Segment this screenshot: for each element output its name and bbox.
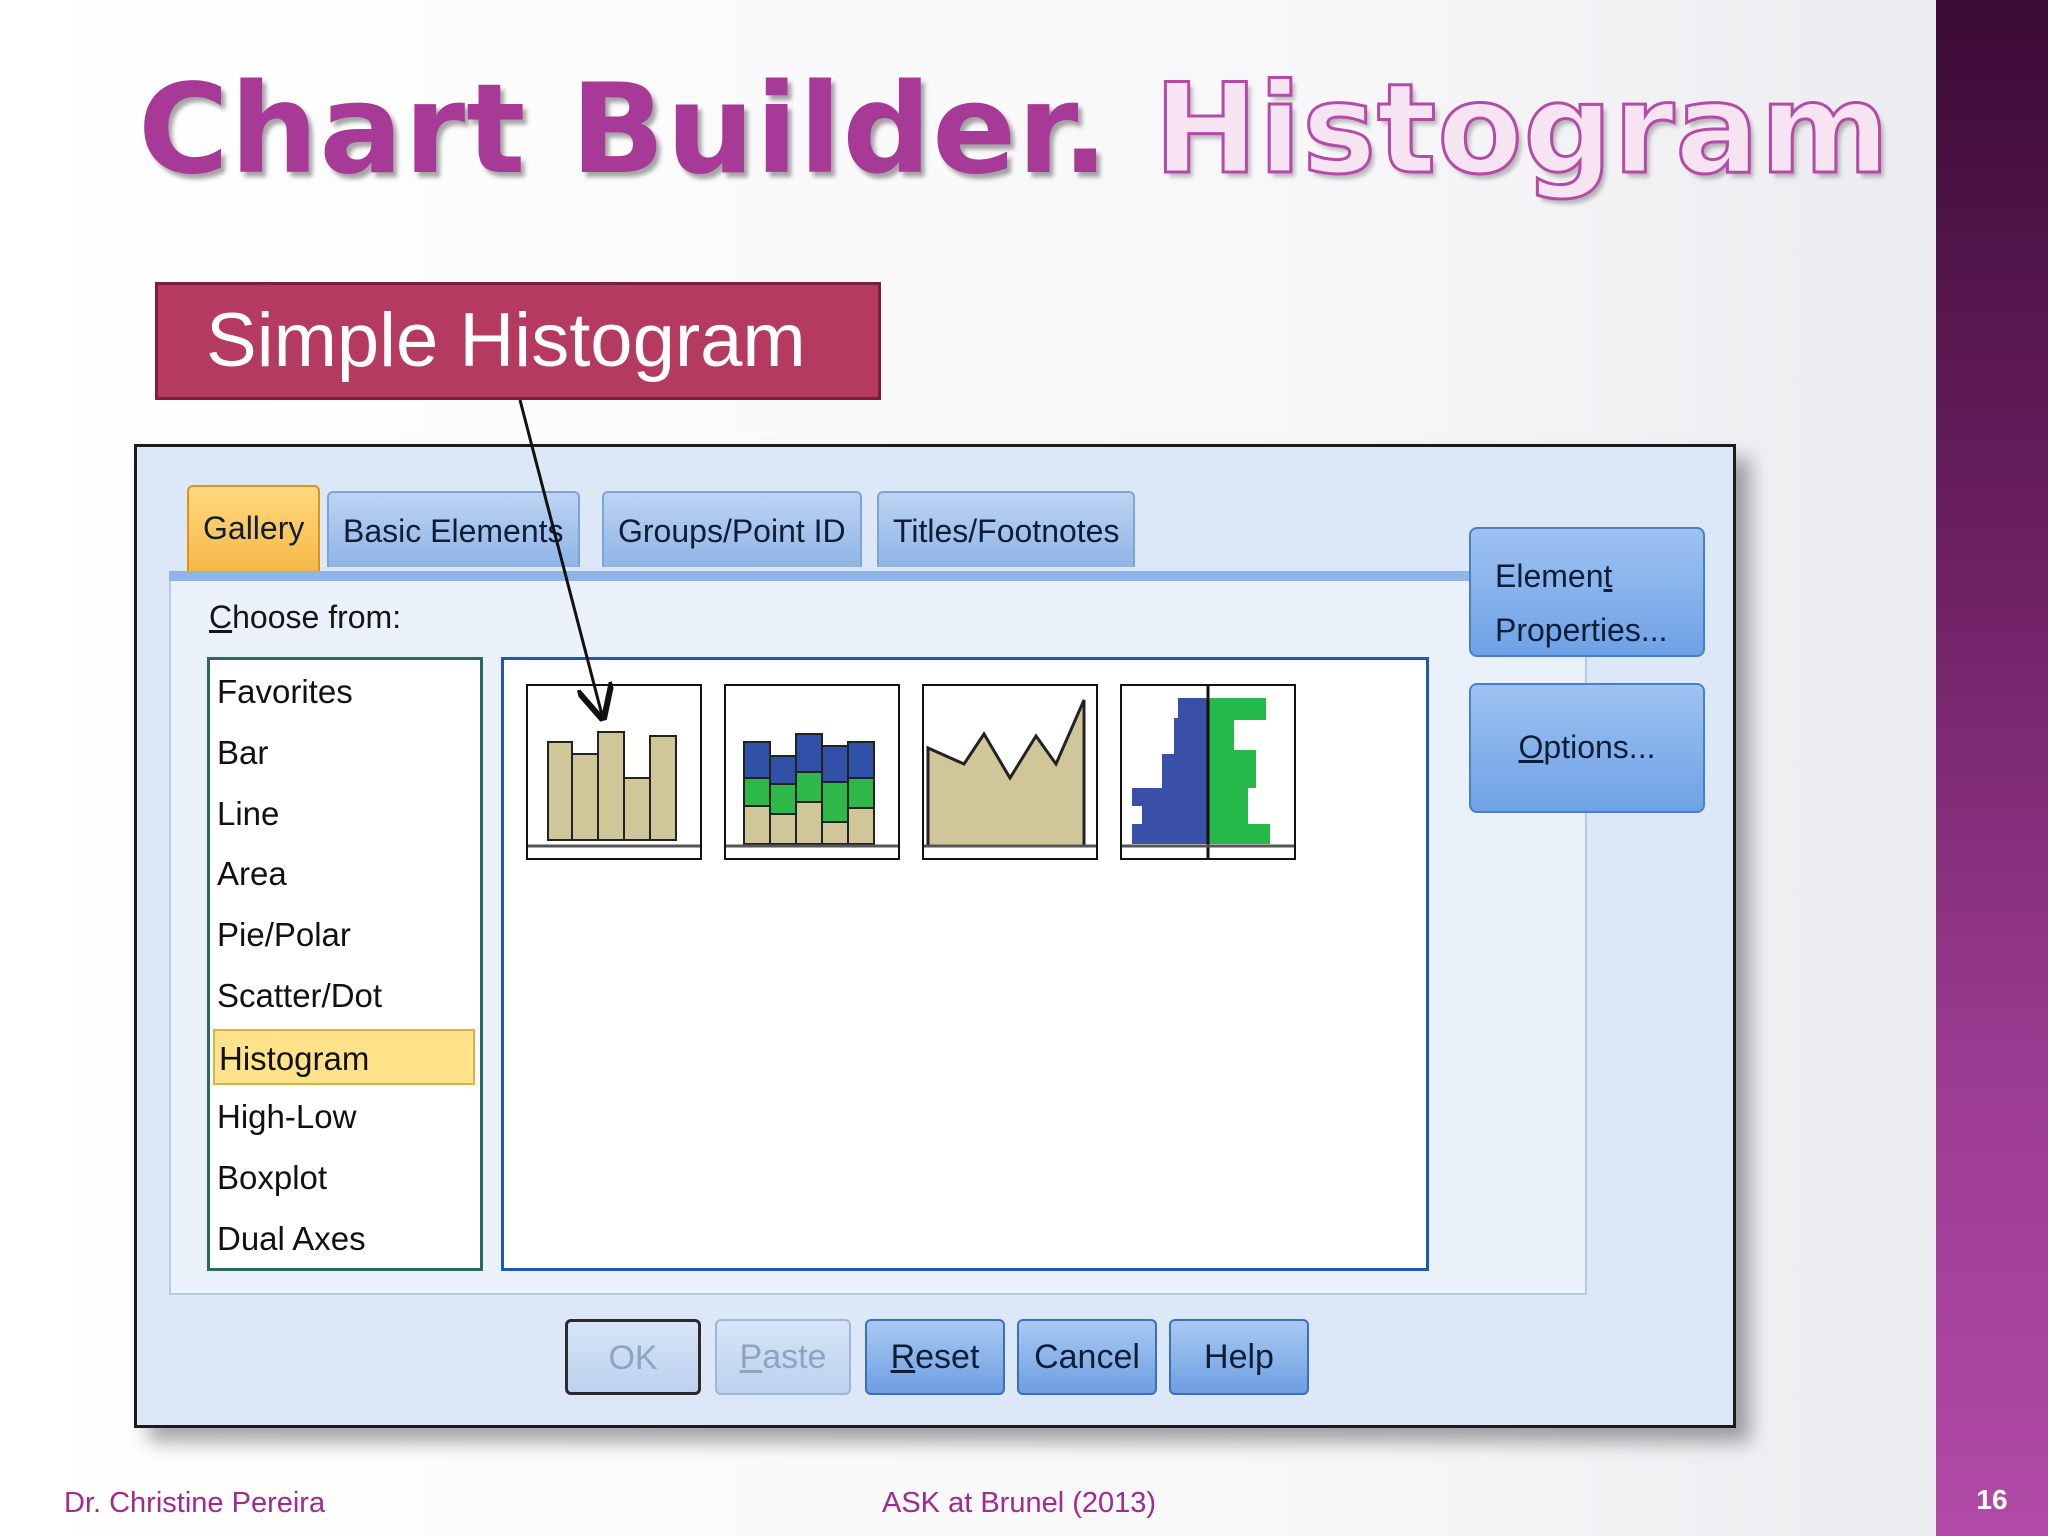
stacked-histogram-thumb[interactable] bbox=[724, 684, 900, 860]
list-item-high-low[interactable]: High-Low bbox=[213, 1089, 475, 1145]
population-pyramid-thumb[interactable] bbox=[1120, 684, 1296, 860]
tab-groups-point-id[interactable]: Groups/Point ID bbox=[602, 491, 862, 567]
frequency-polygon-thumb[interactable] bbox=[922, 684, 1098, 860]
list-item-dual-axes[interactable]: Dual Axes bbox=[213, 1211, 475, 1267]
simple-histogram-thumb[interactable] bbox=[526, 684, 702, 860]
list-item-line[interactable]: Line bbox=[213, 786, 475, 842]
tab-underline bbox=[169, 571, 1587, 581]
chart-type-list[interactable]: Favorites Bar Line Area Pie/Polar Scatte… bbox=[207, 657, 483, 1271]
tab-gallery[interactable]: Gallery bbox=[187, 485, 321, 579]
list-item-bar[interactable]: Bar bbox=[213, 725, 475, 781]
chart-builder-dialog: Gallery Basic Elements Groups/Point ID T… bbox=[134, 444, 1736, 1428]
ok-button[interactable]: OK bbox=[565, 1319, 701, 1395]
page-number: 16 bbox=[1976, 1484, 2008, 1515]
footer-author: Dr. Christine Pereira bbox=[64, 1487, 326, 1519]
list-item-scatter-dot[interactable]: Scatter/Dot bbox=[213, 968, 475, 1024]
gallery-pane: Choose from: Favorites Bar Line Area Pie… bbox=[169, 581, 1587, 1295]
list-item-pie-polar[interactable]: Pie/Polar bbox=[213, 907, 475, 963]
element-properties-button[interactable]: Element Properties... bbox=[1469, 527, 1705, 657]
tab-basic-elements[interactable]: Basic Elements bbox=[327, 491, 580, 567]
choose-from-label: Choose from: bbox=[209, 599, 402, 635]
title-part-2: Histogram bbox=[1152, 57, 1891, 204]
paste-button[interactable]: Paste bbox=[715, 1319, 851, 1395]
help-button[interactable]: Help bbox=[1169, 1319, 1309, 1395]
callout-box: Simple Histogram bbox=[155, 282, 881, 400]
list-item-boxplot[interactable]: Boxplot bbox=[213, 1150, 475, 1206]
slide-side-bar bbox=[1936, 0, 2048, 1536]
gallery-thumbnails bbox=[501, 657, 1429, 1271]
reset-button[interactable]: Reset bbox=[865, 1319, 1005, 1395]
cancel-button[interactable]: Cancel bbox=[1017, 1319, 1157, 1395]
slide-title: Chart Builder. Histogram bbox=[138, 57, 1891, 204]
list-item-favorites[interactable]: Favorites bbox=[213, 664, 475, 720]
options-button[interactable]: Options... bbox=[1469, 683, 1705, 813]
tab-titles-footnotes[interactable]: Titles/Footnotes bbox=[877, 491, 1136, 567]
list-item-histogram[interactable]: Histogram bbox=[213, 1029, 475, 1085]
footer-event: ASK at Brunel (2013) bbox=[882, 1487, 1157, 1519]
list-item-area[interactable]: Area bbox=[213, 846, 475, 902]
title-part-1: Chart Builder. bbox=[138, 58, 1110, 202]
